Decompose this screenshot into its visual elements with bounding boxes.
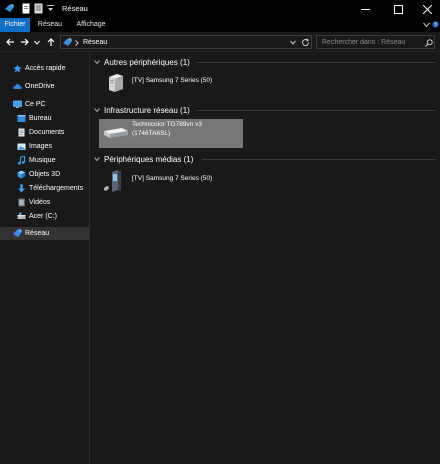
recent-locations-button[interactable] <box>31 35 43 49</box>
nav-item-acces-rapide[interactable]: Accès rapide <box>0 62 89 75</box>
address-box[interactable]: Réseau <box>60 35 312 49</box>
device-name: [TV] Samsung 7 Series (50) <box>132 77 213 84</box>
search-box[interactable]: Rechercher dans : Réseau <box>316 35 435 49</box>
back-button[interactable] <box>4 35 16 49</box>
nav-label: Documents <box>29 128 65 136</box>
pictures-icon <box>17 143 26 150</box>
group-separator <box>202 159 436 160</box>
nav-item-telechargements[interactable]: Téléchargements <box>0 182 89 195</box>
content-pane: Autres périphériques (1) [TV] Samsung 7 … <box>90 53 440 464</box>
minimize-button[interactable] <box>350 0 380 18</box>
search-input[interactable]: Rechercher dans : Réseau <box>322 39 405 46</box>
nav-label: Vidéos <box>29 198 51 206</box>
forward-button[interactable] <box>18 35 30 49</box>
minimize-icon <box>360 8 370 10</box>
arrow-right-icon <box>20 38 29 46</box>
expand-ribbon-icon[interactable] <box>423 22 430 28</box>
search-icon <box>425 39 433 47</box>
desktop-icon <box>17 115 26 122</box>
tab-reseau[interactable]: Réseau <box>33 18 67 32</box>
group-separator <box>196 110 436 111</box>
device-tile[interactable]: [TV] Samsung 7 Series (50) <box>100 70 242 96</box>
network-icon <box>63 38 72 46</box>
chevron-down-icon <box>94 157 100 162</box>
group-header-infrastructure-reseau[interactable]: Infrastructure réseau (1) <box>94 104 190 116</box>
chevron-down-icon <box>94 108 100 113</box>
maximize-icon <box>393 4 403 14</box>
title-bar: Réseau <box>0 0 440 18</box>
drive-icon <box>17 212 26 219</box>
documents-icon <box>18 128 25 137</box>
device-tile-selected[interactable]: Technicolor TG789vn v3 (1746TA6SL) <box>99 119 243 148</box>
maximize-button[interactable] <box>383 0 413 18</box>
download-icon <box>18 184 25 193</box>
refresh-icon[interactable] <box>301 38 310 47</box>
video-icon <box>18 198 25 207</box>
cloud-icon <box>13 84 22 89</box>
nav-item-videos[interactable]: Vidéos <box>0 196 89 209</box>
properties-icon[interactable] <box>22 3 30 14</box>
ribbon-tabs: Fichier Réseau Affichage ? <box>0 18 440 32</box>
tab-fichier[interactable]: Fichier <box>0 18 30 32</box>
customize-toolbar-icon[interactable] <box>47 5 54 12</box>
nav-label: Bureau <box>29 114 52 122</box>
nav-label: Objets 3D <box>29 170 61 178</box>
chevron-right-icon <box>75 40 79 46</box>
group-title: Périphériques médias (1) <box>104 154 194 164</box>
navigation-pane: Accès rapide OneDrive Ce PC Bureau Docum… <box>0 53 89 464</box>
network-icon <box>5 4 14 12</box>
chevron-down-icon <box>34 40 40 45</box>
device-name: Technicolor TG789vn v3 <box>132 121 202 128</box>
chevron-down-icon <box>94 60 100 65</box>
new-folder-icon[interactable] <box>34 3 43 14</box>
address-history-icon[interactable] <box>290 40 296 45</box>
svg-text:?: ? <box>434 23 437 29</box>
device-tile[interactable]: [TV] Samsung 7 Series (50) <box>100 166 242 194</box>
nav-item-acer-c[interactable]: Acer (C:) <box>0 210 89 223</box>
nav-item-ce-pc[interactable]: Ce PC <box>0 98 89 111</box>
device-name: [TV] Samsung 7 Series (50) <box>132 175 213 182</box>
tv-device-icon <box>109 74 123 92</box>
star-icon <box>13 64 22 73</box>
nav-label: Téléchargements <box>29 184 84 192</box>
close-icon <box>422 4 432 14</box>
nav-label: Images <box>29 142 52 150</box>
nav-label: Ce PC <box>25 100 46 108</box>
music-icon <box>17 156 25 165</box>
nav-item-reseau[interactable]: Réseau <box>0 227 89 240</box>
up-button[interactable] <box>45 35 57 49</box>
address-location: Réseau <box>83 38 108 46</box>
router-icon <box>104 128 128 138</box>
nav-label: Acer (C:) <box>29 212 57 220</box>
cube-icon <box>17 170 26 179</box>
nav-label: Réseau <box>25 229 50 237</box>
group-title: Infrastructure réseau (1) <box>104 105 190 115</box>
close-button[interactable] <box>412 0 440 18</box>
nav-label: OneDrive <box>25 82 55 90</box>
arrow-left-icon <box>5 38 14 46</box>
nav-item-objets-3d[interactable]: Objets 3D <box>0 168 89 181</box>
help-icon[interactable]: ? <box>432 21 439 28</box>
nav-item-onedrive[interactable]: OneDrive <box>0 80 89 93</box>
media-device-icon <box>104 170 121 192</box>
group-separator <box>196 62 436 63</box>
group-header-autres-peripheriques[interactable]: Autres périphériques (1) <box>94 56 190 68</box>
computer-icon <box>13 100 22 108</box>
nav-item-documents[interactable]: Documents <box>0 126 89 139</box>
nav-item-bureau[interactable]: Bureau <box>0 112 89 125</box>
group-header-peripheriques-medias[interactable]: Périphériques médias (1) <box>94 153 193 165</box>
network-icon <box>13 229 22 237</box>
nav-label: Accès rapide <box>25 64 66 72</box>
nav-item-musique[interactable]: Musique <box>0 154 89 167</box>
nav-item-images[interactable]: Images <box>0 140 89 153</box>
nav-label: Musique <box>29 156 56 164</box>
tab-affichage[interactable]: Affichage <box>72 18 110 32</box>
address-bar-row: Réseau Rechercher dans : Réseau <box>0 32 440 52</box>
window-title: Réseau <box>62 4 88 13</box>
arrow-up-icon <box>47 37 55 46</box>
device-subname: (1746TA6SL) <box>132 130 171 137</box>
group-title: Autres périphériques (1) <box>104 57 190 67</box>
